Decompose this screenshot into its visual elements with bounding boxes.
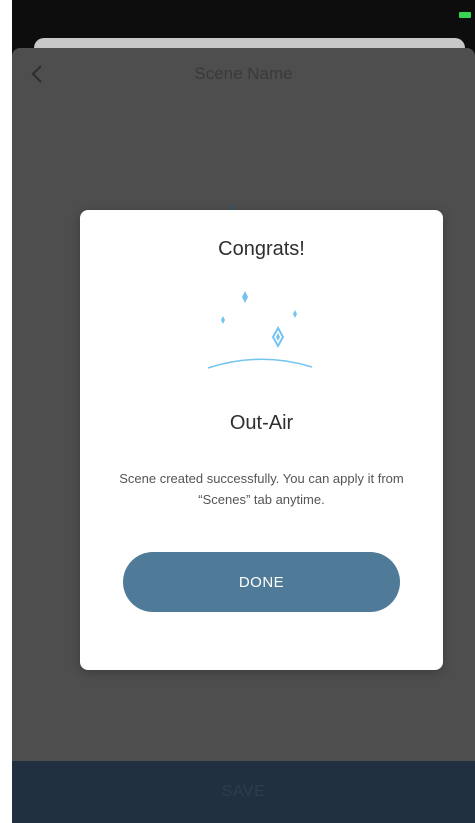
device-frame: Scene Name SAVE Congrats! Out-Air Scene … (12, 0, 475, 823)
done-button[interactable]: DONE (123, 552, 400, 612)
sparkle-icon (227, 200, 237, 213)
save-button[interactable]: SAVE (12, 761, 475, 823)
sparkles-icon (200, 288, 320, 378)
scene-name: Out-Air (229, 412, 294, 434)
nav-bar: Scene Name (12, 48, 475, 100)
dialog-title: Congrats! (218, 238, 305, 260)
save-label: SAVE (221, 783, 266, 800)
screen: Scene Name SAVE Congrats! Out-Air Scene … (0, 0, 475, 823)
page-title: Scene Name (194, 64, 293, 83)
battery-icon (459, 12, 471, 18)
success-message: Scene created successfully. You can appl… (119, 471, 404, 507)
success-dialog: Congrats! Out-Air Scene created successf… (80, 210, 443, 670)
